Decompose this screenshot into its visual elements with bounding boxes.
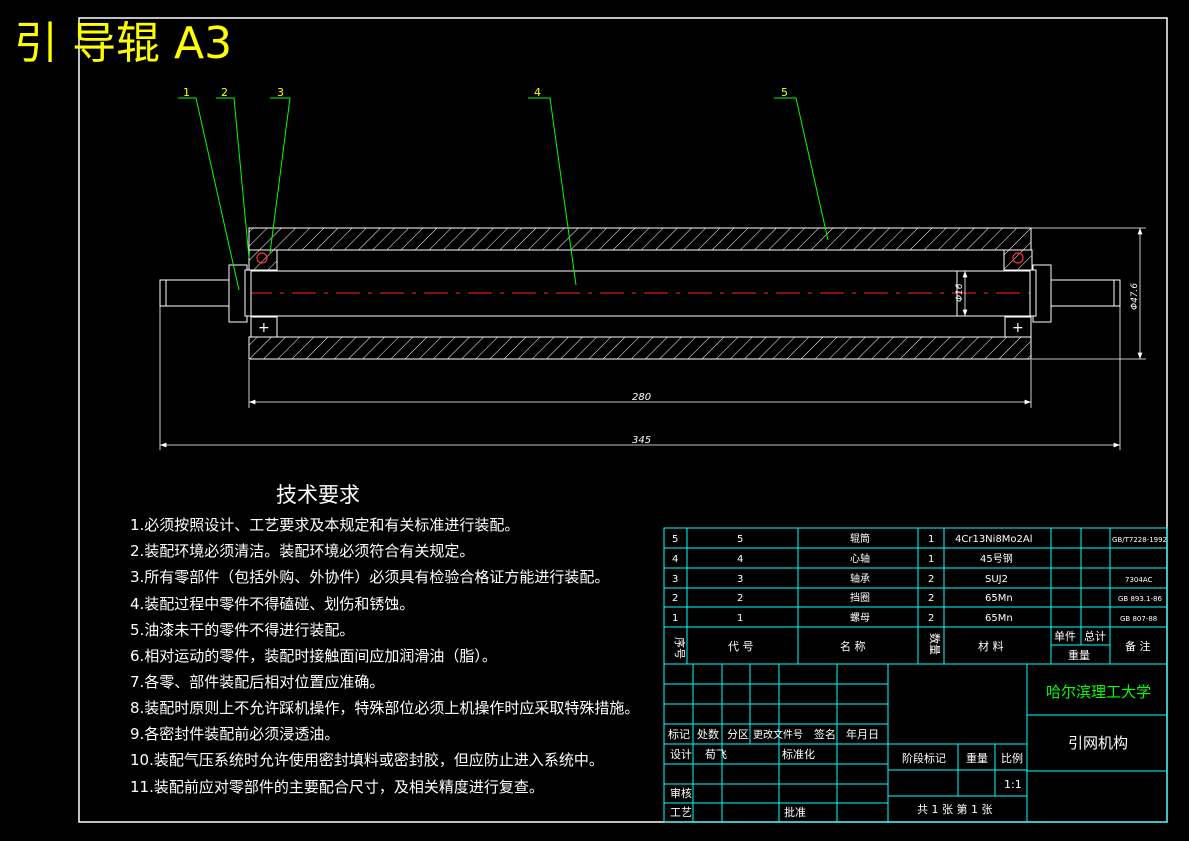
rev-label-zone: 分区 [727,728,749,741]
tech-req-item: 7.各零、部件装配后相对位置应准确。 [130,673,384,691]
dim-roller-dia: Φ47.6 [1130,283,1140,310]
roller-top-wall [248,227,1032,251]
title-block-text: 标记 处数 分区 更改文件号 签名 年月日 设计 荀飞 标准化 审核 工艺 批准… [668,683,1151,819]
bom-header-remark: 备 注 [1125,639,1151,653]
bom-cell-code: 4 [737,554,743,565]
bom-cell-mat: SUJ2 [985,574,1008,585]
balloon-1: 1 [183,86,190,99]
scale-value: 1:1 [1004,778,1022,791]
bom-header-weight: 重量 [1068,648,1090,662]
bom-header-material: 材 料 [978,639,1004,653]
bom-cell-seq: 2 [672,593,678,604]
tech-req-item: 1.必须按照设计、工艺要求及本规定和有关标准进行装配。 [130,516,519,534]
tech-req-item: 6.相对运动的零件，装配时接触面间应加润滑油（脂）。 [130,647,497,665]
bom-cell-mat: 65Mn [985,613,1013,624]
bom-cell-name: 辊筒 [850,532,870,545]
bom-header-unit: 单件 [1054,630,1076,643]
bom-rows: 5 5 辊筒 1 4Cr13Ni8Mo2Al GB/T7228-1992 4 4… [672,532,1167,624]
bom-cell-name: 挡圈 [850,591,870,604]
process-label: 工艺 [670,806,692,819]
balloon-4: 4 [534,86,541,99]
standardize-label: 标准化 [782,747,815,761]
dim-length-body: 280 [632,392,651,403]
bom-cell-qty: 1 [928,554,934,565]
roller-bottom-wall [248,336,1032,360]
bom-cell-code: 1 [737,613,743,624]
bom-header-qty: 数量 [928,633,941,655]
left-retainer [244,269,252,317]
left-bearing-mark: + [258,320,270,336]
bom-cell-code: 5 [737,534,743,545]
bom-cell-seq: 1 [672,613,678,624]
tech-req-item: 4.装配过程中零件不得磕碰、划伤和锈蚀。 [130,595,414,613]
university-name: 哈尔滨理工大学 [1046,683,1151,701]
bom-cell-mat: 45号钢 [980,552,1013,565]
right-bearing-mark: + [1012,320,1024,336]
bom-cell-mat: 65Mn [985,593,1013,604]
bom-cell-rem: GB/T7228-1992 [1112,536,1167,544]
stage-label: 阶段标记 [902,751,946,765]
right-shaft-end [1049,279,1121,307]
bom-cell-seq: 4 [672,554,678,565]
bom-header-name: 名 称 [840,639,866,653]
rev-label-mark: 标记 [668,727,690,741]
bom-cell-qty: 1 [928,534,934,545]
tech-req-item: 10.装配气压系统时允许使用密封填料或密封胶，但应防止进入系统中。 [130,751,604,769]
tech-req-heading: 技术要求 [276,483,360,507]
assembly-drawing: 引 导辊 A3 + + 1 2 3 4 5 280 345 Φ16 Φ47.6 … [14,17,1168,823]
bom-cell-mat: 4Cr13Ni8Mo2Al [955,534,1033,545]
designer-name: 荀飞 [705,748,727,761]
tech-req-item: 8.装配时原则上不允许踩机操作，特殊部位必须上机操作时应采取特殊措施。 [130,699,639,717]
review-label: 审核 [670,786,692,800]
bom-cell-name: 心轴 [850,552,870,565]
bom-header-total: 总计 [1084,629,1106,643]
tech-req-item: 5.油漆未干的零件不得进行装配。 [130,621,354,639]
drawing-title: 引 导辊 A3 [14,18,232,69]
left-shaft-end [159,279,231,307]
roller-assembly: + + [159,227,1121,360]
bom-cell-code: 2 [737,593,743,604]
tech-req-item: 2.装配环境必须清洁。装配环境必须符合有关规定。 [130,542,474,560]
left-nut [228,264,248,323]
part-name: 引网机构 [1068,734,1128,752]
bom-cell-qty: 2 [928,574,934,585]
bom-cell-rem: 7304AC [1125,576,1152,584]
tech-req-item: 9.各密封件装配前必须浸透油。 [130,725,339,743]
tech-req-item: 3.所有零部件（包括外购、外协件）必须具有检验合格证方能进行装配。 [130,568,609,586]
bom-cell-name: 螺母 [850,612,870,624]
tech-req-list: 1.必须按照设计、工艺要求及本规定和有关标准进行装配。 2.装配环境必须清洁。装… [130,516,639,796]
design-label: 设计 [670,748,692,761]
approve-label: 批准 [784,805,806,819]
bom-cell-rem: GB 807-88 [1120,615,1157,623]
bom-header-seq: 序号 [673,637,687,659]
dim-shaft-dia: Φ16 [955,283,965,302]
right-retainer [1029,269,1037,317]
dim-length-total: 345 [632,435,651,446]
bom-header-code: 代 号 [728,640,754,653]
rev-label-sign: 签名 [814,727,836,741]
weight-label: 重量 [966,751,988,765]
tech-req-item: 11.装配前应对零部件的主要配合尺寸，及相关精度进行复查。 [130,778,544,796]
rev-label-docno: 更改文件号 [753,728,803,741]
balloon-2: 2 [221,86,228,99]
bom-cell-rem: GB 893.1-86 [1118,595,1162,603]
bom-cell-code: 3 [737,574,743,585]
bom-cell-seq: 3 [672,574,678,585]
bom-cell-seq: 5 [672,534,678,545]
rev-label-count: 处数 [697,728,719,741]
sheet-info: 共 1 张 第 1 张 [917,802,992,816]
bom-cell-qty: 2 [928,613,934,624]
balloon-5: 5 [781,86,788,99]
scale-label: 比例 [1001,751,1023,765]
bom-cell-qty: 2 [928,593,934,604]
balloon-3: 3 [277,86,284,99]
rev-label-date: 年月日 [846,727,879,741]
bom-cell-name: 轴承 [850,572,870,585]
